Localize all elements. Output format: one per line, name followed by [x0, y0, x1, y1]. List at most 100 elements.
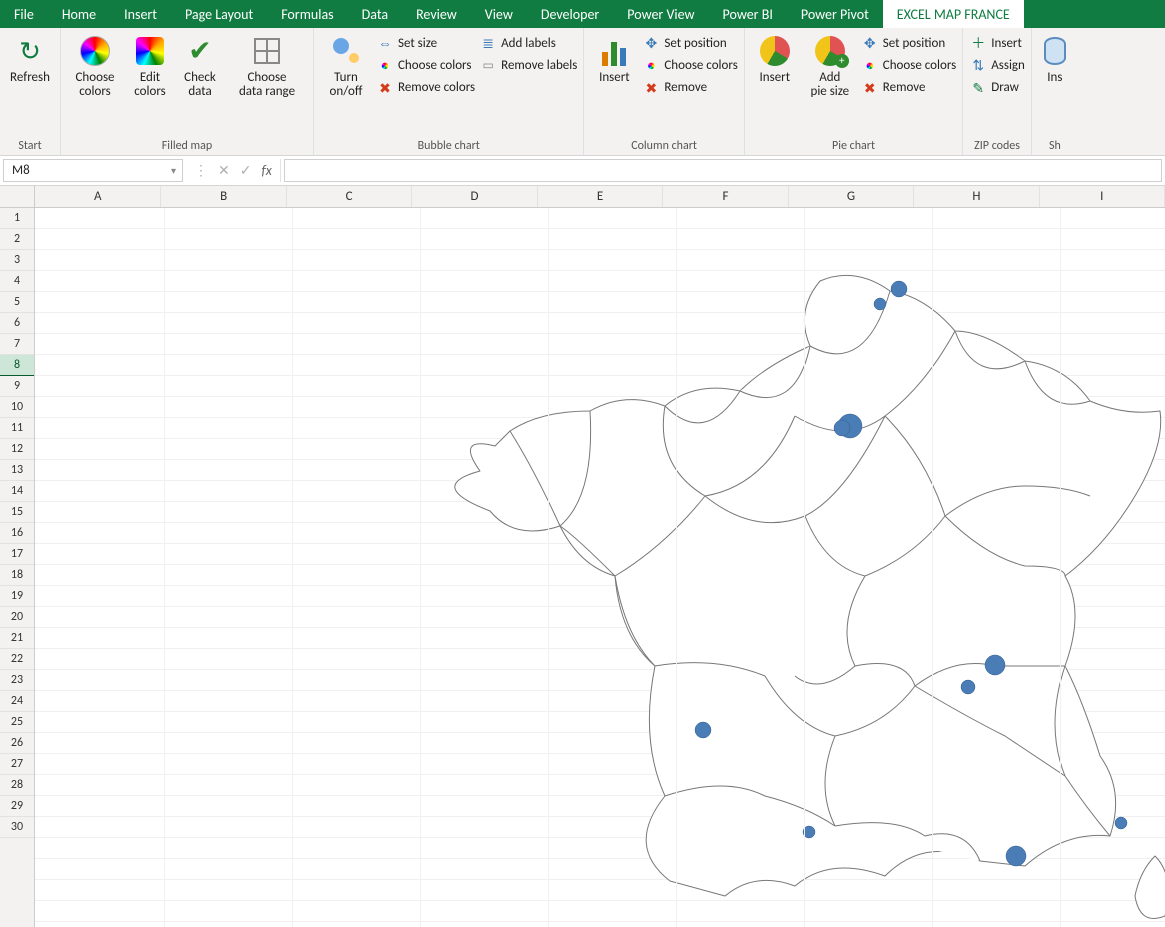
column-choose-colors-button[interactable]: Choose colors [642, 57, 737, 75]
row-header[interactable]: 6 [0, 313, 34, 334]
menu-tab-power-bi[interactable]: Power BI [709, 0, 787, 28]
row-header[interactable]: 11 [0, 418, 34, 439]
row-header[interactable]: 5 [0, 292, 34, 313]
pie-remove-button[interactable]: Remove [861, 79, 956, 97]
column-header[interactable]: H [914, 186, 1039, 207]
enter-icon[interactable]: ✓ [240, 162, 252, 179]
pie-add-size-button[interactable]: Add pie size [803, 31, 857, 100]
column-header[interactable]: E [538, 186, 663, 207]
row-header[interactable]: 2 [0, 229, 34, 250]
ribbon-group-bubble-chart: Turn on/off Set size Choose colors Remov… [314, 28, 584, 155]
row-header[interactable]: 14 [0, 481, 34, 502]
menu-tab-formulas[interactable]: Formulas [267, 0, 347, 28]
map-bubble[interactable] [874, 298, 886, 310]
pie-choose-colors-button[interactable]: Choose colors [861, 57, 956, 75]
column-insert-button[interactable]: Insert [590, 31, 638, 85]
ribbon-group-column-chart: Insert Set position Choose colors Remove… [584, 28, 744, 155]
column-header[interactable]: I [1040, 186, 1165, 207]
row-header[interactable]: 22 [0, 649, 34, 670]
menu-tab-developer[interactable]: Developer [527, 0, 613, 28]
row-header[interactable]: 4 [0, 271, 34, 292]
row-header[interactable]: 24 [0, 691, 34, 712]
row-header[interactable]: 21 [0, 628, 34, 649]
table-icon [254, 38, 280, 64]
row-header[interactable]: 1 [0, 208, 34, 229]
row-header[interactable]: 29 [0, 796, 34, 817]
row-header[interactable]: 12 [0, 439, 34, 460]
map-bubble[interactable] [961, 680, 975, 694]
choose-data-range-button[interactable]: Choose data range [227, 31, 307, 100]
assign-icon [969, 57, 987, 75]
pie-insert-button[interactable]: Insert [751, 31, 799, 85]
column-header[interactable]: F [663, 186, 788, 207]
bubble-icon [331, 36, 361, 66]
row-header[interactable]: 23 [0, 670, 34, 691]
menu-tab-insert[interactable]: Insert [110, 0, 171, 28]
map-bubble[interactable] [985, 655, 1005, 675]
column-header[interactable]: G [789, 186, 914, 207]
row-header[interactable]: 8 [0, 355, 34, 376]
choose-colors-button[interactable]: Choose colors [67, 31, 123, 100]
row-header[interactable]: 3 [0, 250, 34, 271]
bubble-add-labels-button[interactable]: Add labels [479, 35, 577, 53]
bubble-set-size-button[interactable]: Set size [376, 35, 475, 53]
column-header[interactable]: C [287, 186, 412, 207]
zip-insert-button[interactable]: Insert [969, 35, 1025, 53]
row-header[interactable]: 15 [0, 502, 34, 523]
row-header[interactable]: 13 [0, 460, 34, 481]
select-all-corner[interactable] [0, 186, 34, 208]
row-header[interactable]: 7 [0, 334, 34, 355]
row-header[interactable]: 16 [0, 523, 34, 544]
map-bubble[interactable] [891, 281, 907, 297]
fx-icon[interactable]: fx [261, 162, 271, 179]
zip-draw-button[interactable]: Draw [969, 79, 1025, 97]
pie-set-position-button[interactable]: Set position [861, 35, 956, 53]
column-header[interactable]: A [35, 186, 161, 207]
menu-tab-review[interactable]: Review [402, 0, 471, 28]
row-header[interactable]: 9 [0, 376, 34, 397]
map-bubble[interactable] [695, 722, 711, 738]
bubble-toggle-button[interactable]: Turn on/off [320, 31, 372, 100]
edit-colors-button[interactable]: Edit colors [127, 31, 173, 100]
menu-tab-view[interactable]: View [471, 0, 527, 28]
map-bubble[interactable] [834, 420, 850, 436]
row-header[interactable]: 30 [0, 817, 34, 838]
rainbow-icon [861, 57, 879, 75]
menu-tab-power-view[interactable]: Power View [613, 0, 708, 28]
column-header[interactable]: B [161, 186, 286, 207]
menu-tab-home[interactable]: Home [48, 0, 110, 28]
cross-icon [642, 79, 660, 97]
menu-tab-power-pivot[interactable]: Power Pivot [787, 0, 883, 28]
shapes-insert-button[interactable]: Ins [1038, 31, 1072, 85]
zip-assign-button[interactable]: Assign [969, 57, 1025, 75]
column-set-position-button[interactable]: Set position [642, 35, 737, 53]
map-bubble[interactable] [1006, 846, 1026, 866]
column-remove-button[interactable]: Remove [642, 79, 737, 97]
menu-tab-data[interactable]: Data [348, 0, 402, 28]
menu-tab-page-layout[interactable]: Page Layout [171, 0, 267, 28]
row-header[interactable]: 10 [0, 397, 34, 418]
bubble-remove-labels-button[interactable]: Remove labels [479, 57, 577, 75]
check-data-button[interactable]: Check data [177, 31, 223, 100]
map-bubble[interactable] [1115, 817, 1127, 829]
cancel-icon[interactable]: ✕ [218, 162, 230, 179]
menu-tab-excel-map-france[interactable]: EXCEL MAP FRANCE [883, 0, 1024, 28]
row-header[interactable]: 20 [0, 607, 34, 628]
row-header[interactable]: 18 [0, 565, 34, 586]
france-map[interactable] [365, 236, 1165, 927]
bubble-remove-colors-button[interactable]: Remove colors [376, 79, 475, 97]
refresh-button[interactable]: Refresh [6, 31, 54, 85]
row-header[interactable]: 27 [0, 754, 34, 775]
menu-tab-file[interactable]: File [0, 0, 48, 28]
row-header[interactable]: 17 [0, 544, 34, 565]
row-header[interactable]: 25 [0, 712, 34, 733]
formula-input[interactable] [284, 159, 1162, 182]
row-header[interactable]: 28 [0, 775, 34, 796]
bubble-choose-colors-button[interactable]: Choose colors [376, 57, 475, 75]
grid-area[interactable]: ABCDEFGHI [35, 186, 1165, 927]
row-header[interactable]: 26 [0, 733, 34, 754]
name-box[interactable]: M8 [3, 159, 183, 182]
gridline [932, 208, 933, 927]
column-header[interactable]: D [412, 186, 537, 207]
row-header[interactable]: 19 [0, 586, 34, 607]
